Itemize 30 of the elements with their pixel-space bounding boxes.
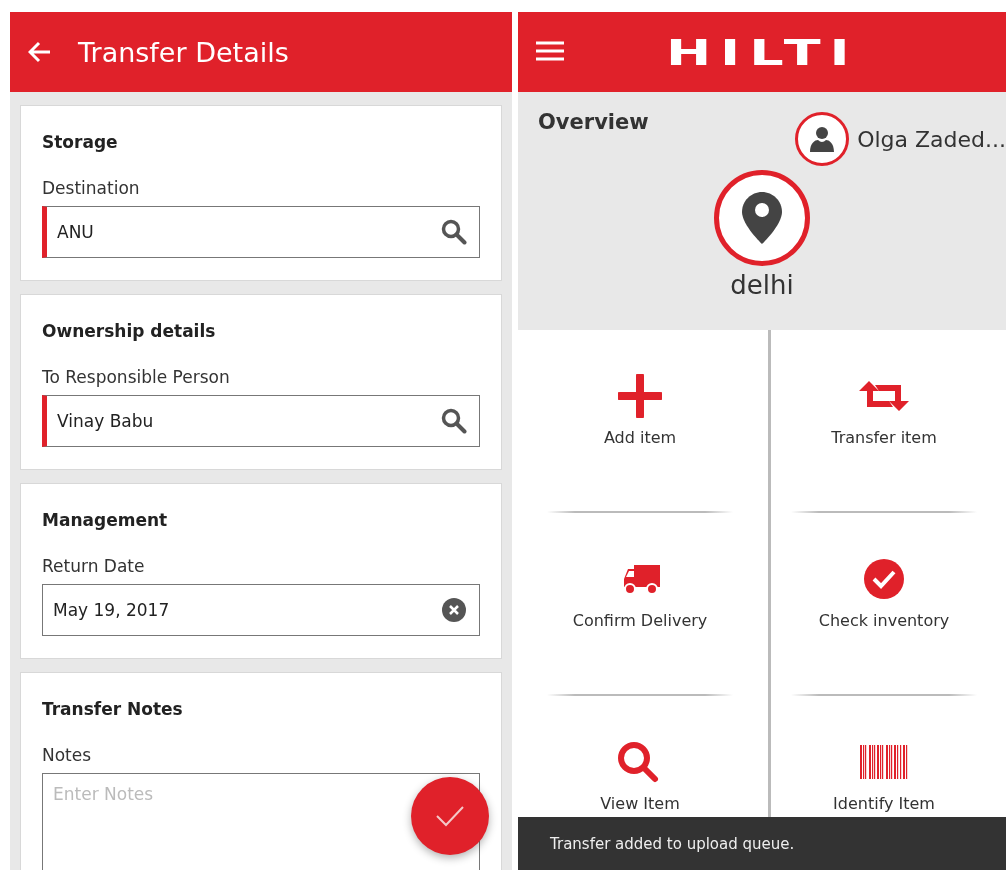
input-field[interactable]: ANU (42, 206, 480, 258)
menu-tile[interactable]: Check inventory (762, 513, 1006, 696)
overview-title: Overview (538, 110, 649, 134)
check-circle-icon (863, 557, 905, 601)
field-label: Destination (42, 178, 141, 198)
back-arrow-icon[interactable] (28, 41, 52, 63)
user-name: Olga Zaded... (857, 126, 1006, 152)
input-field[interactable]: May 19, 2017 (42, 584, 480, 636)
menu-tile[interactable]: Transfer item (762, 330, 1006, 513)
section-heading: Management (42, 510, 169, 530)
input-field[interactable]: Vinay Babu (42, 395, 480, 447)
field-label: Notes (42, 745, 93, 765)
menu-button[interactable] (536, 40, 564, 62)
location-name: delhi (730, 270, 794, 300)
check-icon[interactable] (435, 804, 465, 828)
section-heading: Storage (42, 132, 119, 152)
clear-icon[interactable] (441, 597, 467, 623)
search-icon[interactable] (441, 408, 467, 434)
screen-title: Transfer Details (78, 36, 289, 68)
field-label: To Responsible Person (42, 367, 231, 387)
avatar-icon[interactable] (795, 112, 850, 166)
snackbar: Transfer added to upload queue. (518, 817, 1006, 870)
section-heading: Ownership details (42, 321, 217, 341)
logo: HILTI (665, 31, 859, 73)
field-label: Return Date (42, 556, 146, 576)
plus-icon (618, 374, 662, 418)
menu-tile[interactable]: Add item (518, 330, 762, 513)
search-icon[interactable] (441, 219, 467, 245)
section-heading: Transfer Notes (42, 699, 184, 719)
menu-tile[interactable]: Confirm Delivery (518, 513, 762, 696)
